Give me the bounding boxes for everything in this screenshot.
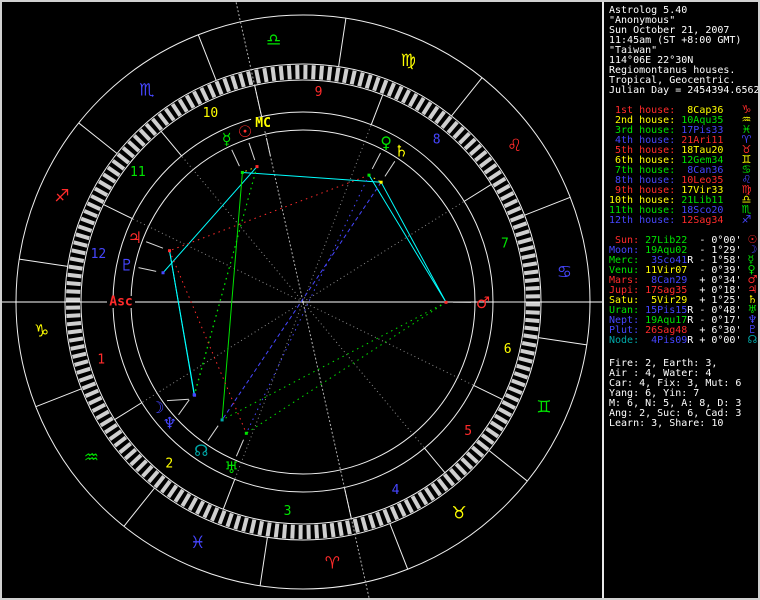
planet-glyph-jupiter: ♃ [128, 228, 142, 247]
house-number-12: 12 [91, 247, 107, 262]
house-row-12: 12th house: 12Sag34 ♐ [609, 213, 752, 226]
astrolog-window: ♈ ♉ ♊ ♋ ♌ ♍ ♎ ♏ ♐ ♑ ♒ ♓ 1 2 3 4 5 6 7 8 9 10 11 12 ☉ ☽ ☿ ♀ ♂ ♃ ♄ ♅ ♆ ♇ ☊ MC… [0, 0, 760, 600]
planet-glyph-mercury: ☿ [222, 129, 232, 148]
chart-wheel-area: ♈ ♉ ♊ ♋ ♌ ♍ ♎ ♏ ♐ ♑ ♒ ♓ 1 2 3 4 5 6 7 8 9 10 11 12 ☉ ☽ ☿ ♀ ♂ ♃ ♄ ♅ ♆ ♇ ☊ MC… [2, 2, 602, 598]
sign-icon: ♐ [741, 213, 752, 226]
planet-dot-pluto [161, 271, 165, 275]
stat-line-6: Learn: 3, Share: 10 [609, 418, 724, 429]
sign-glyph-pisces: ♓ [190, 533, 205, 553]
aspect-lines [162, 166, 447, 434]
panel-divider [602, 2, 604, 598]
planet-glyph-neptune: ♆ [162, 413, 176, 432]
planet-glyph-mars: ♂ [476, 293, 490, 312]
planet-glyph-saturn: ♄ [394, 142, 408, 161]
planet-markers: ☉☽☿ ♀♂♃♄♅♆♇☊ [120, 122, 491, 477]
planet-glyph-venus: ♀ [380, 133, 392, 152]
chart-wheel: ♈♉♊♋♌♍♎♏♐♑♒♓123456789101112☉☽☿ ♀♂♃♄♅♆♇☊MC… [2, 2, 602, 598]
planet-dot-mars [444, 300, 448, 304]
house-number-7: 7 [501, 237, 509, 252]
house-number-1: 1 [97, 352, 105, 367]
house-number-4: 4 [392, 483, 400, 498]
planet-glyph-node: ☊ [194, 441, 208, 460]
house-number-8: 8 [433, 133, 441, 148]
house-number-6: 6 [504, 342, 512, 357]
house-number-11: 11 [130, 165, 146, 180]
planet-glyph-uranus: ♅ [224, 458, 238, 477]
planet-dot-mercury [240, 170, 244, 174]
house-number-9: 9 [315, 85, 323, 100]
planet-row-node: Node: 4Pis09R + 0°00' ☊ [609, 333, 758, 346]
sign-glyph-scorpio: ♏ [139, 80, 154, 100]
planet-dot-uranus [244, 431, 248, 435]
info-panel: Astrolog 5.40 "Anonymous" Sun October 21, … [606, 2, 758, 598]
sign-glyph-gemini: ♊ [536, 397, 551, 417]
house-number-2: 2 [165, 456, 173, 471]
house-number-5: 5 [464, 424, 472, 439]
sign-glyph-capricorn: ♑ [34, 321, 49, 341]
house-number-3: 3 [284, 504, 292, 519]
planet-icon: ☊ [747, 333, 758, 346]
planet-dot-neptune [193, 393, 197, 397]
planet-glyph-sun: ☉ [238, 122, 252, 141]
header-line-8: Julian Day = 2454394.6562 [609, 85, 760, 96]
planet-dot-saturn [379, 180, 383, 184]
planet-dot-node [220, 418, 224, 422]
planet-dot-venus [367, 173, 371, 177]
sign-glyph-virgo: ♍ [401, 51, 416, 71]
house-number-10: 10 [203, 106, 219, 121]
sign-glyph-leo: ♌ [507, 136, 522, 156]
sign-glyph-sagittarius: ♐ [54, 187, 69, 207]
asc-label: Asc [109, 295, 132, 310]
planet-glyph-pluto: ♇ [120, 256, 134, 275]
sign-glyph-libra: ♎ [266, 31, 281, 51]
sign-glyph-aquarius: ♒ [84, 448, 99, 468]
planet-dot-sun [255, 165, 259, 169]
planet-dot-jupiter [168, 249, 172, 253]
sign-glyph-aries: ♈ [325, 553, 340, 573]
mc-label: MC [255, 116, 271, 131]
sign-glyph-taurus: ♉ [451, 504, 466, 524]
sign-glyph-cancer: ♋ [557, 263, 572, 283]
